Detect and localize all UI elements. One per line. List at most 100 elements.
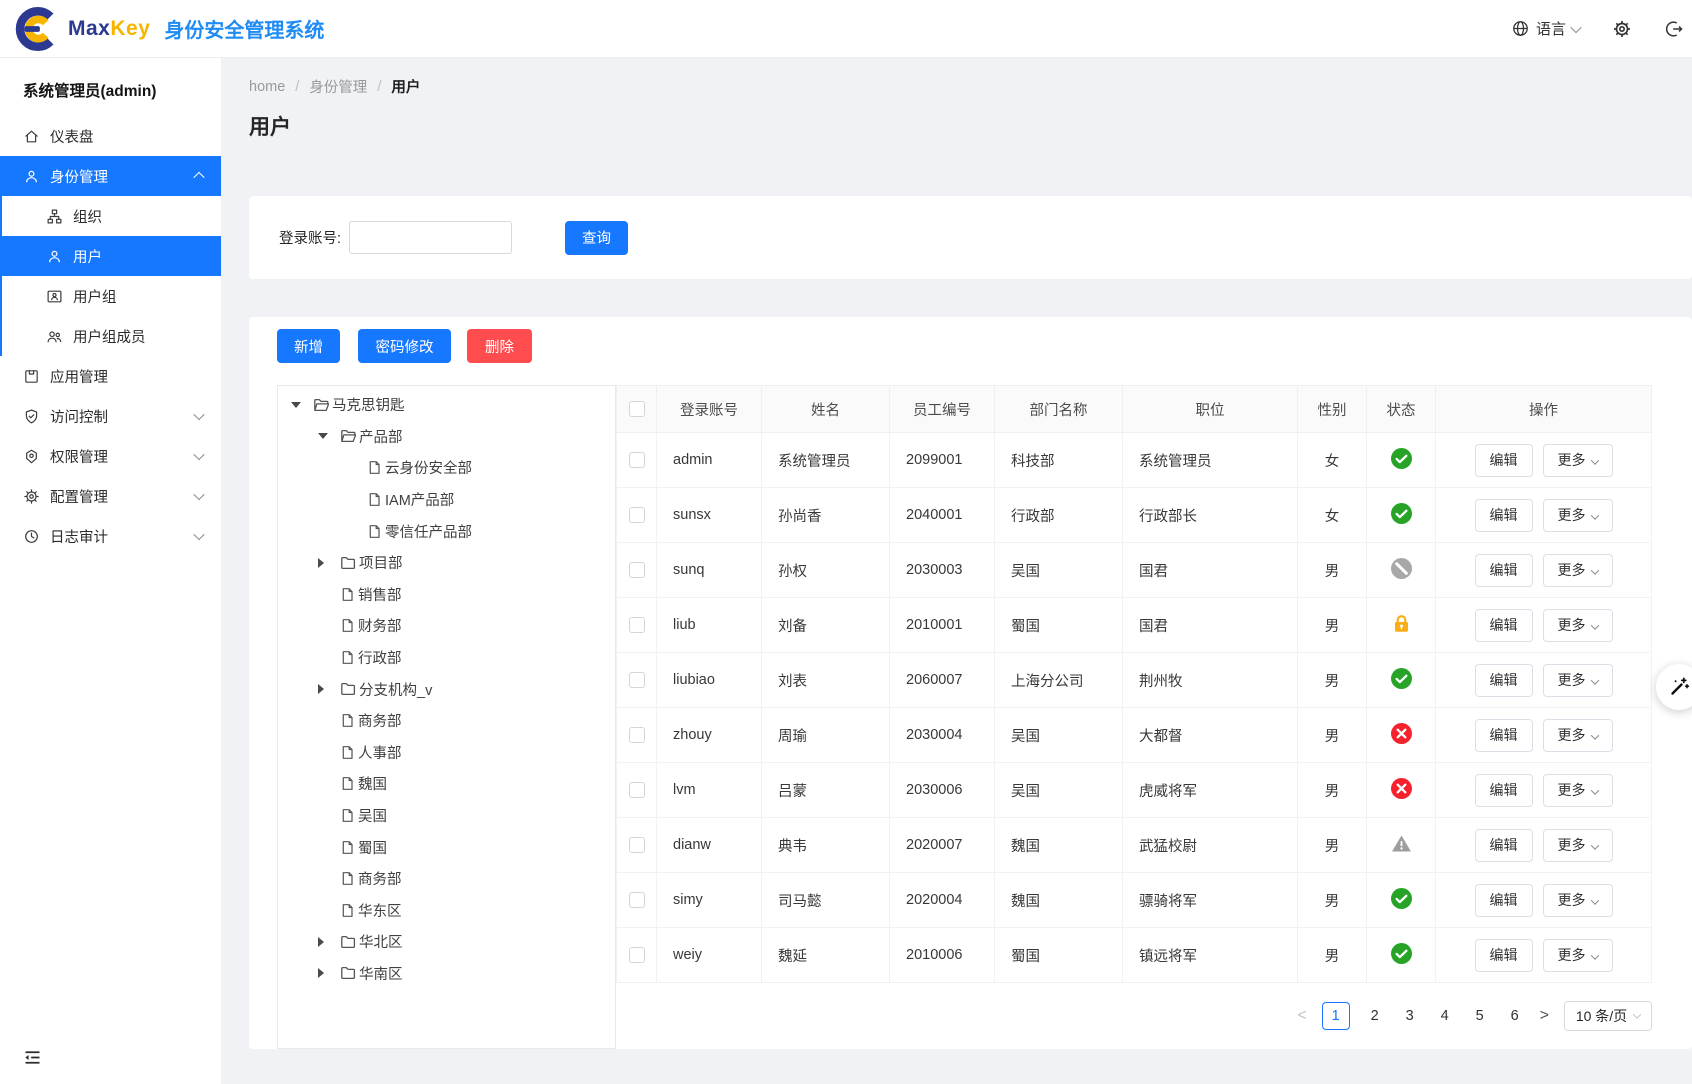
edit-button[interactable]: 编辑 [1475, 939, 1533, 972]
page-title: 用户 [249, 111, 1692, 141]
app-icon [23, 368, 40, 385]
edit-button[interactable]: 编辑 [1475, 664, 1533, 697]
tree-node-label: 蜀国 [358, 837, 387, 858]
more-button[interactable]: 更多 [1543, 664, 1613, 697]
toolbar: 新增 密码修改 删除 [277, 329, 1652, 363]
sidebar-item-identity[interactable]: 身份管理 [0, 156, 221, 196]
more-button[interactable]: 更多 [1543, 444, 1613, 477]
caret-right-icon[interactable] [318, 937, 324, 947]
row-checkbox[interactable] [629, 947, 645, 963]
breadcrumb-identity[interactable]: 身份管理 [309, 76, 367, 97]
tree-node[interactable]: 华北区 [278, 926, 615, 958]
tree-node[interactable]: 吴国 [278, 800, 615, 832]
query-button[interactable]: 查询 [565, 221, 628, 255]
tree-node[interactable]: 马克思钥匙 [278, 389, 615, 421]
history-icon [23, 528, 40, 545]
more-button[interactable]: 更多 [1543, 774, 1613, 807]
row-checkbox[interactable] [629, 617, 645, 633]
page-4-button[interactable]: 4 [1435, 1008, 1455, 1024]
more-button[interactable]: 更多 [1543, 499, 1613, 532]
tree-node[interactable]: 行政部 [278, 642, 615, 674]
tree-node[interactable]: IAM产品部 [278, 484, 615, 516]
edit-button[interactable]: 编辑 [1475, 774, 1533, 807]
tree-node-label: 云身份安全部 [385, 457, 472, 478]
select-all-checkbox[interactable] [629, 401, 645, 417]
row-checkbox[interactable] [629, 727, 645, 743]
menu-fold-icon[interactable] [22, 1047, 43, 1068]
file-icon [340, 840, 355, 855]
sidebar-item-user[interactable]: 用户 [2, 236, 221, 276]
page-3-button[interactable]: 3 [1400, 1008, 1420, 1024]
page-1-button[interactable]: 1 [1322, 1002, 1350, 1030]
tree-node[interactable]: 项目部 [278, 547, 615, 579]
sidebar-item-config[interactable]: 配置管理 [0, 476, 221, 516]
caret-right-icon[interactable] [318, 558, 324, 568]
tree-node[interactable]: 华南区 [278, 958, 615, 990]
sidebar-item-access-control[interactable]: 访问控制 [0, 396, 221, 436]
tree-node[interactable]: 销售部 [278, 579, 615, 611]
tree-node[interactable]: 分支机构_v [278, 673, 615, 705]
caret-down-icon[interactable] [291, 402, 301, 408]
caret-down-icon[interactable] [318, 433, 328, 439]
add-button[interactable]: 新增 [277, 329, 340, 363]
row-checkbox[interactable] [629, 837, 645, 853]
row-checkbox[interactable] [629, 452, 645, 468]
more-button[interactable]: 更多 [1543, 884, 1613, 917]
edit-button[interactable]: 编辑 [1475, 444, 1533, 477]
sidebar-item-audit[interactable]: 日志审计 [0, 516, 221, 556]
sidebar-item-permission[interactable]: 权限管理 [0, 436, 221, 476]
page-2-button[interactable]: 2 [1365, 1008, 1385, 1024]
logout-button[interactable] [1664, 19, 1684, 39]
edit-button[interactable]: 编辑 [1475, 719, 1533, 752]
tree-node[interactable]: 蜀国 [278, 831, 615, 863]
tree-node[interactable]: 人事部 [278, 737, 615, 769]
row-checkbox[interactable] [629, 672, 645, 688]
edit-button[interactable]: 编辑 [1475, 609, 1533, 642]
more-button[interactable]: 更多 [1543, 609, 1613, 642]
change-password-button[interactable]: 密码修改 [358, 329, 451, 363]
breadcrumb-home[interactable]: home [249, 79, 285, 95]
tree-node[interactable]: 财务部 [278, 610, 615, 642]
tree-node[interactable]: 商务部 [278, 863, 615, 895]
tree-node[interactable]: 商务部 [278, 705, 615, 737]
edit-button[interactable]: 编辑 [1475, 829, 1533, 862]
row-checkbox[interactable] [629, 507, 645, 523]
language-selector[interactable]: 语言 [1511, 18, 1580, 39]
more-button[interactable]: 更多 [1543, 554, 1613, 587]
next-page-button[interactable]: > [1540, 1007, 1549, 1025]
caret-right-icon[interactable] [318, 968, 324, 978]
caret-right-icon[interactable] [318, 684, 324, 694]
more-button[interactable]: 更多 [1543, 829, 1613, 862]
delete-button[interactable]: 删除 [467, 329, 532, 363]
more-button[interactable]: 更多 [1543, 939, 1613, 972]
chevron-up-icon [193, 172, 204, 183]
prev-page-button[interactable]: < [1297, 1007, 1306, 1025]
edit-button[interactable]: 编辑 [1475, 554, 1533, 587]
tree-node[interactable]: 产品部 [278, 421, 615, 453]
row-checkbox[interactable] [629, 562, 645, 578]
tree-node[interactable]: 魏国 [278, 768, 615, 800]
page-5-button[interactable]: 5 [1470, 1008, 1490, 1024]
edit-button[interactable]: 编辑 [1475, 884, 1533, 917]
sidebar-item-apps[interactable]: 应用管理 [0, 356, 221, 396]
sidebar-item-org[interactable]: 组织 [2, 196, 221, 236]
cell-gender: 男 [1298, 708, 1367, 763]
page-6-button[interactable]: 6 [1505, 1008, 1525, 1024]
cell-position: 镇远将军 [1123, 928, 1298, 983]
tree-node[interactable]: 零信任产品部 [278, 515, 615, 547]
edit-button[interactable]: 编辑 [1475, 499, 1533, 532]
tree-node[interactable]: 云身份安全部 [278, 452, 615, 484]
settings-button[interactable] [1612, 19, 1632, 39]
sidebar-item-dashboard[interactable]: 仪表盘 [0, 116, 221, 156]
row-checkbox[interactable] [629, 892, 645, 908]
chevron-down-icon [1590, 676, 1598, 684]
table-row: dianw典韦2020007魏国武猛校尉男编辑更多 [617, 818, 1652, 873]
sidebar-item-group-member[interactable]: 用户组成员 [2, 316, 221, 356]
sidebar-item-user-group[interactable]: 用户组 [2, 276, 221, 316]
row-checkbox[interactable] [629, 782, 645, 798]
page-size-select[interactable]: 10 条/页 [1564, 1001, 1652, 1031]
account-input[interactable] [349, 221, 512, 254]
more-button[interactable]: 更多 [1543, 719, 1613, 752]
tree-node[interactable]: 华东区 [278, 895, 615, 927]
cell-name: 魏延 [762, 928, 890, 983]
